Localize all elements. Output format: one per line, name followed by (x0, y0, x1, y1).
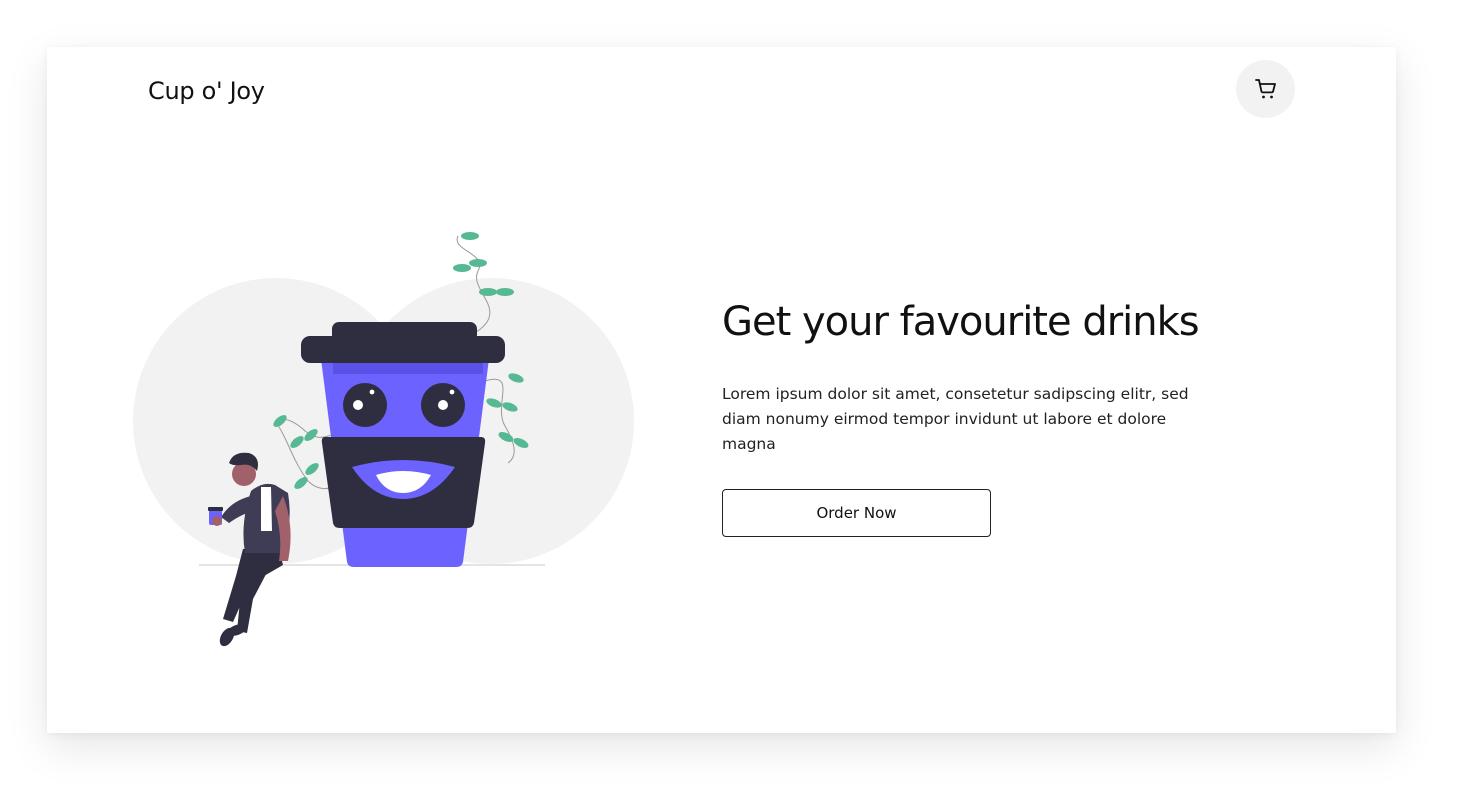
page-frame: Cup o' Joy Get your favourite drinks Lor… (47, 47, 1396, 733)
cart-button[interactable] (1236, 60, 1295, 118)
order-now-button[interactable]: Order Now (722, 489, 991, 537)
brand-logo[interactable]: Cup o' Joy (148, 77, 265, 105)
hero-title: Get your favourite drinks (722, 299, 1200, 345)
shopping-cart-icon (1254, 79, 1276, 99)
hero-description: Lorem ipsum dolor sit amet, consetetur s… (722, 385, 1189, 453)
cup-lid (301, 336, 505, 363)
coffee-cup-character-illustration (133, 232, 634, 647)
cup-eye-left (343, 383, 387, 427)
